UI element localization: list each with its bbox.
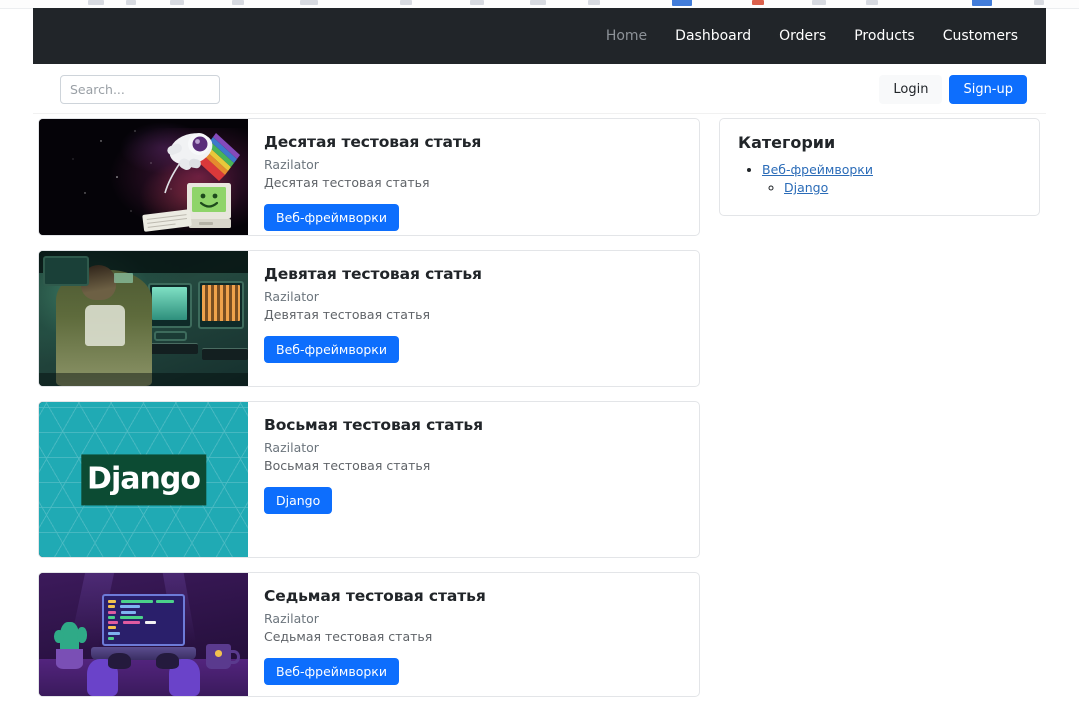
sidebar-column: Категории Веб-фреймворки Django	[719, 118, 1040, 216]
article-image-django-logo: Django	[39, 402, 248, 557]
category-link-django[interactable]: Django	[784, 180, 828, 195]
categories-title: Категории	[738, 133, 836, 152]
nav-link-dashboard[interactable]: Dashboard	[661, 21, 765, 51]
toolbar-bit-icon	[866, 0, 878, 5]
article-category-tag[interactable]: Веб-фреймворки	[264, 658, 399, 685]
toolbar-bit-icon	[88, 0, 104, 5]
toolbar-bit-icon	[232, 0, 244, 5]
toolbar-bit-icon	[972, 0, 992, 6]
article-author: Razilator	[264, 157, 319, 172]
category-item: Веб-фреймворки Django	[762, 162, 1021, 195]
toolbar-bit-icon	[672, 0, 692, 6]
django-wordmark: Django	[87, 461, 201, 497]
article-title: Девятая тестовая статья	[264, 265, 482, 283]
article-title: Седьмая тестовая статья	[264, 587, 486, 605]
article-list: Десятая тестовая статья Razilator Десята…	[38, 118, 700, 711]
article-body: Десятая тестовая статья Razilator Десята…	[248, 119, 699, 235]
toolbar-bit-icon	[300, 0, 318, 5]
article-excerpt: Седьмая тестовая статья	[264, 629, 433, 644]
article-image-retro-computer-desk-photo	[39, 251, 248, 386]
article-category-tag[interactable]: Веб-фреймворки	[264, 336, 399, 363]
article-body: Седьмая тестовая статья Razilator Седьма…	[248, 573, 699, 696]
toolbar-bit-icon	[126, 0, 136, 5]
main-navbar: Home Dashboard Orders Products Customers	[33, 8, 1046, 64]
subcategories-list: Django	[762, 180, 1021, 195]
article-title: Десятая тестовая статья	[264, 133, 482, 151]
astronaut-icon	[72, 130, 240, 232]
categories-panel: Категории Веб-фреймворки Django	[719, 118, 1040, 216]
search-input[interactable]	[60, 75, 220, 104]
article-image-astronaut-space-computer	[39, 119, 248, 235]
article-body: Восьмая тестовая статья Razilator Восьма…	[248, 402, 699, 557]
subcategory-item: Django	[784, 180, 1021, 195]
secondary-bar: Login Sign-up	[33, 64, 1046, 114]
article-body: Девятая тестовая статья Razilator Девята…	[248, 251, 699, 386]
article-image-purple-laptop-coding	[39, 573, 248, 696]
category-link-web-frameworks[interactable]: Веб-фреймворки	[762, 162, 873, 177]
navbar-links: Home Dashboard Orders Products Customers	[592, 8, 1032, 64]
auth-buttons: Login Sign-up	[879, 75, 1027, 104]
article-card[interactable]: Седьмая тестовая статья Razilator Седьма…	[38, 572, 700, 697]
toolbar-bit-icon	[170, 0, 184, 5]
article-category-tag[interactable]: Django	[264, 487, 333, 514]
article-author: Razilator	[264, 289, 319, 304]
signup-button[interactable]: Sign-up	[949, 75, 1027, 104]
django-logo-icon: Django	[80, 453, 207, 506]
article-author: Razilator	[264, 440, 319, 455]
article-author: Razilator	[264, 611, 319, 626]
article-category-tag[interactable]: Веб-фреймворки	[264, 204, 399, 231]
article-excerpt: Десятая тестовая статья	[264, 175, 430, 190]
toolbar-bit-icon	[752, 0, 764, 5]
nav-link-orders[interactable]: Orders	[765, 21, 840, 51]
page-root: Home Dashboard Orders Products Customers…	[0, 0, 1079, 720]
article-card[interactable]: Девятая тестовая статья Razilator Девята…	[38, 250, 700, 387]
laptop-screen-icon	[101, 593, 186, 646]
nav-link-customers[interactable]: Customers	[929, 21, 1032, 51]
nav-link-home[interactable]: Home	[592, 21, 661, 51]
toolbar-bit-icon	[470, 0, 484, 5]
article-card[interactable]: Django Восьмая тестовая статья Razilator…	[38, 401, 700, 558]
article-title: Восьмая тестовая статья	[264, 416, 483, 434]
toolbar-bit-icon	[530, 0, 546, 5]
article-card[interactable]: Десятая тестовая статья Razilator Десята…	[38, 118, 700, 236]
toolbar-bit-icon	[588, 0, 600, 5]
article-excerpt: Восьмая тестовая статья	[264, 458, 431, 473]
toolbar-bit-icon	[400, 0, 412, 5]
nav-link-products[interactable]: Products	[840, 21, 928, 51]
toolbar-bit-icon	[812, 0, 826, 5]
categories-list: Веб-фреймворки Django	[738, 162, 1021, 195]
toolbar-bit-icon	[1034, 0, 1044, 5]
article-excerpt: Девятая тестовая статья	[264, 307, 431, 322]
login-button[interactable]: Login	[879, 75, 943, 104]
